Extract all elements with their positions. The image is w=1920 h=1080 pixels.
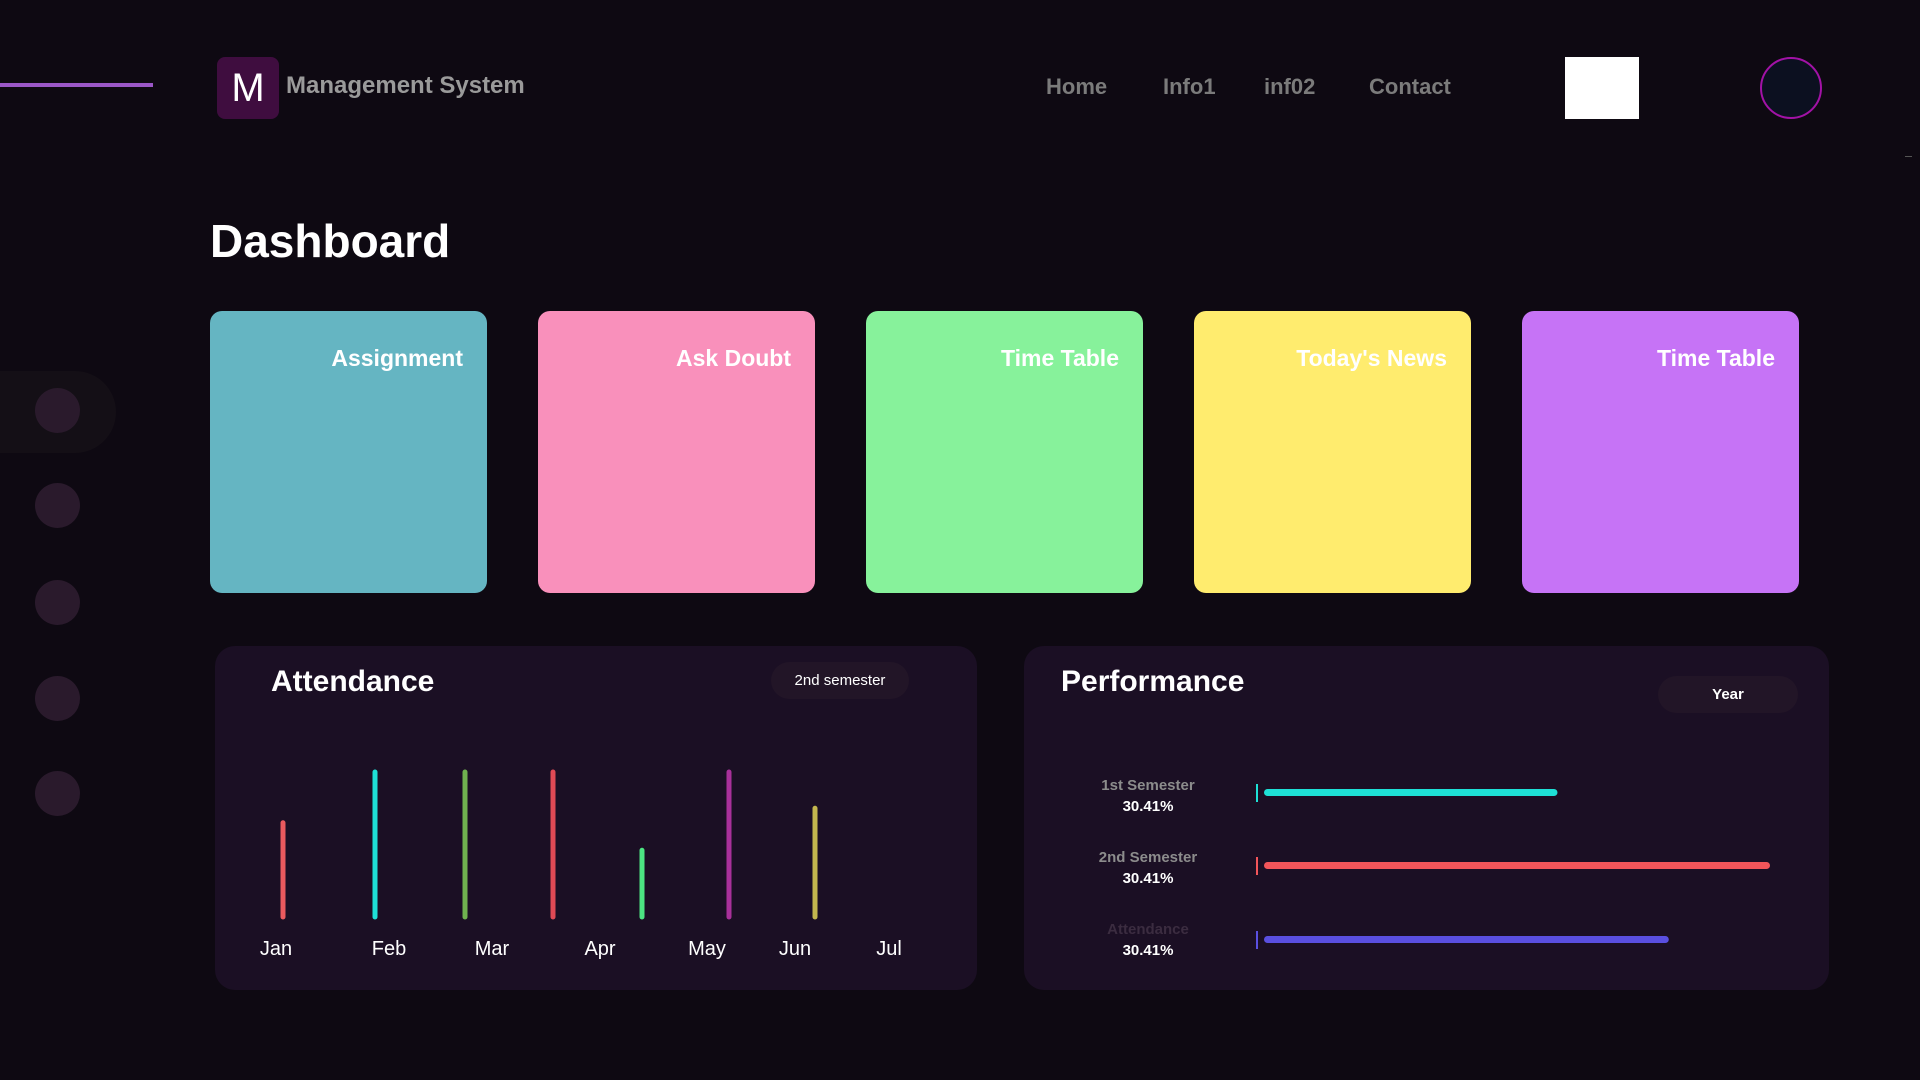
- sidebar-item-5[interactable]: [35, 771, 80, 816]
- card-assignment[interactable]: Assignment: [210, 311, 487, 593]
- card-label: Time Table: [1000, 345, 1119, 371]
- card-label: Today's News: [1296, 345, 1447, 371]
- month-label-mar: Mar: [474, 938, 510, 960]
- month-label-jan: Jan: [259, 938, 293, 960]
- card-time-table-2[interactable]: Time Table: [1522, 311, 1799, 593]
- month-label-apr: Apr: [584, 938, 616, 960]
- attendance-title: Attendance: [271, 665, 435, 698]
- perf-value-1st-semester: 30.41%: [1122, 798, 1174, 815]
- card-time-table[interactable]: Time Table: [866, 311, 1143, 593]
- card-ask-doubt[interactable]: Ask Doubt: [538, 311, 815, 593]
- card-label: Time Table: [1656, 345, 1775, 371]
- card-label: Ask Doubt: [676, 345, 791, 371]
- sidebar-item-1[interactable]: [35, 388, 80, 433]
- logo[interactable]: M: [217, 57, 279, 119]
- performance-title: Performance: [1061, 665, 1245, 698]
- card-label: Assignment: [331, 345, 463, 371]
- perf-label-1st-semester: 1st Semester: [1101, 777, 1195, 794]
- perf-value-attendance: 30.41%: [1122, 942, 1174, 959]
- divider: [1905, 156, 1912, 157]
- header-box-button[interactable]: [1565, 57, 1639, 119]
- perf-label-attendance: Attendance: [1107, 921, 1189, 938]
- perf-label-2nd-semester: 2nd Semester: [1098, 849, 1198, 866]
- perf-tick-1: [1256, 857, 1258, 875]
- nav-home[interactable]: Home: [1046, 74, 1107, 100]
- sidebar-item-4[interactable]: [35, 676, 80, 721]
- avatar[interactable]: [1760, 57, 1822, 119]
- month-label-feb: Feb: [371, 938, 407, 960]
- nav-info2[interactable]: inf02: [1264, 74, 1315, 100]
- perf-value-2nd-semester: 30.41%: [1122, 870, 1174, 887]
- attendance-chart: [280, 769, 818, 920]
- year-filter-button[interactable]: Year: [1658, 676, 1798, 713]
- perf-tick-0: [1256, 784, 1258, 802]
- month-label-jul: Jul: [876, 938, 902, 960]
- card-todays-news[interactable]: Today's News: [1194, 311, 1471, 593]
- nav-contact[interactable]: Contact: [1369, 74, 1451, 100]
- page-title: Dashboard: [210, 215, 451, 267]
- performance-chart: [1256, 784, 1770, 949]
- month-label-may: May: [688, 938, 726, 960]
- sidebar-item-3[interactable]: [35, 580, 80, 625]
- perf-bar-attendance: [1264, 936, 1669, 943]
- semester-filter-button[interactable]: 2nd semester: [771, 662, 909, 699]
- sidebar-item-2[interactable]: [35, 483, 80, 528]
- nav-info1[interactable]: Info1: [1163, 74, 1216, 100]
- brand-name: Management System: [286, 72, 525, 99]
- perf-tick-2: [1256, 931, 1258, 949]
- accent-line: [0, 83, 153, 87]
- month-label-jun: Jun: [778, 938, 812, 960]
- perf-bar-2nd-semester: [1264, 862, 1770, 869]
- perf-bar-1st-semester: [1264, 789, 1558, 796]
